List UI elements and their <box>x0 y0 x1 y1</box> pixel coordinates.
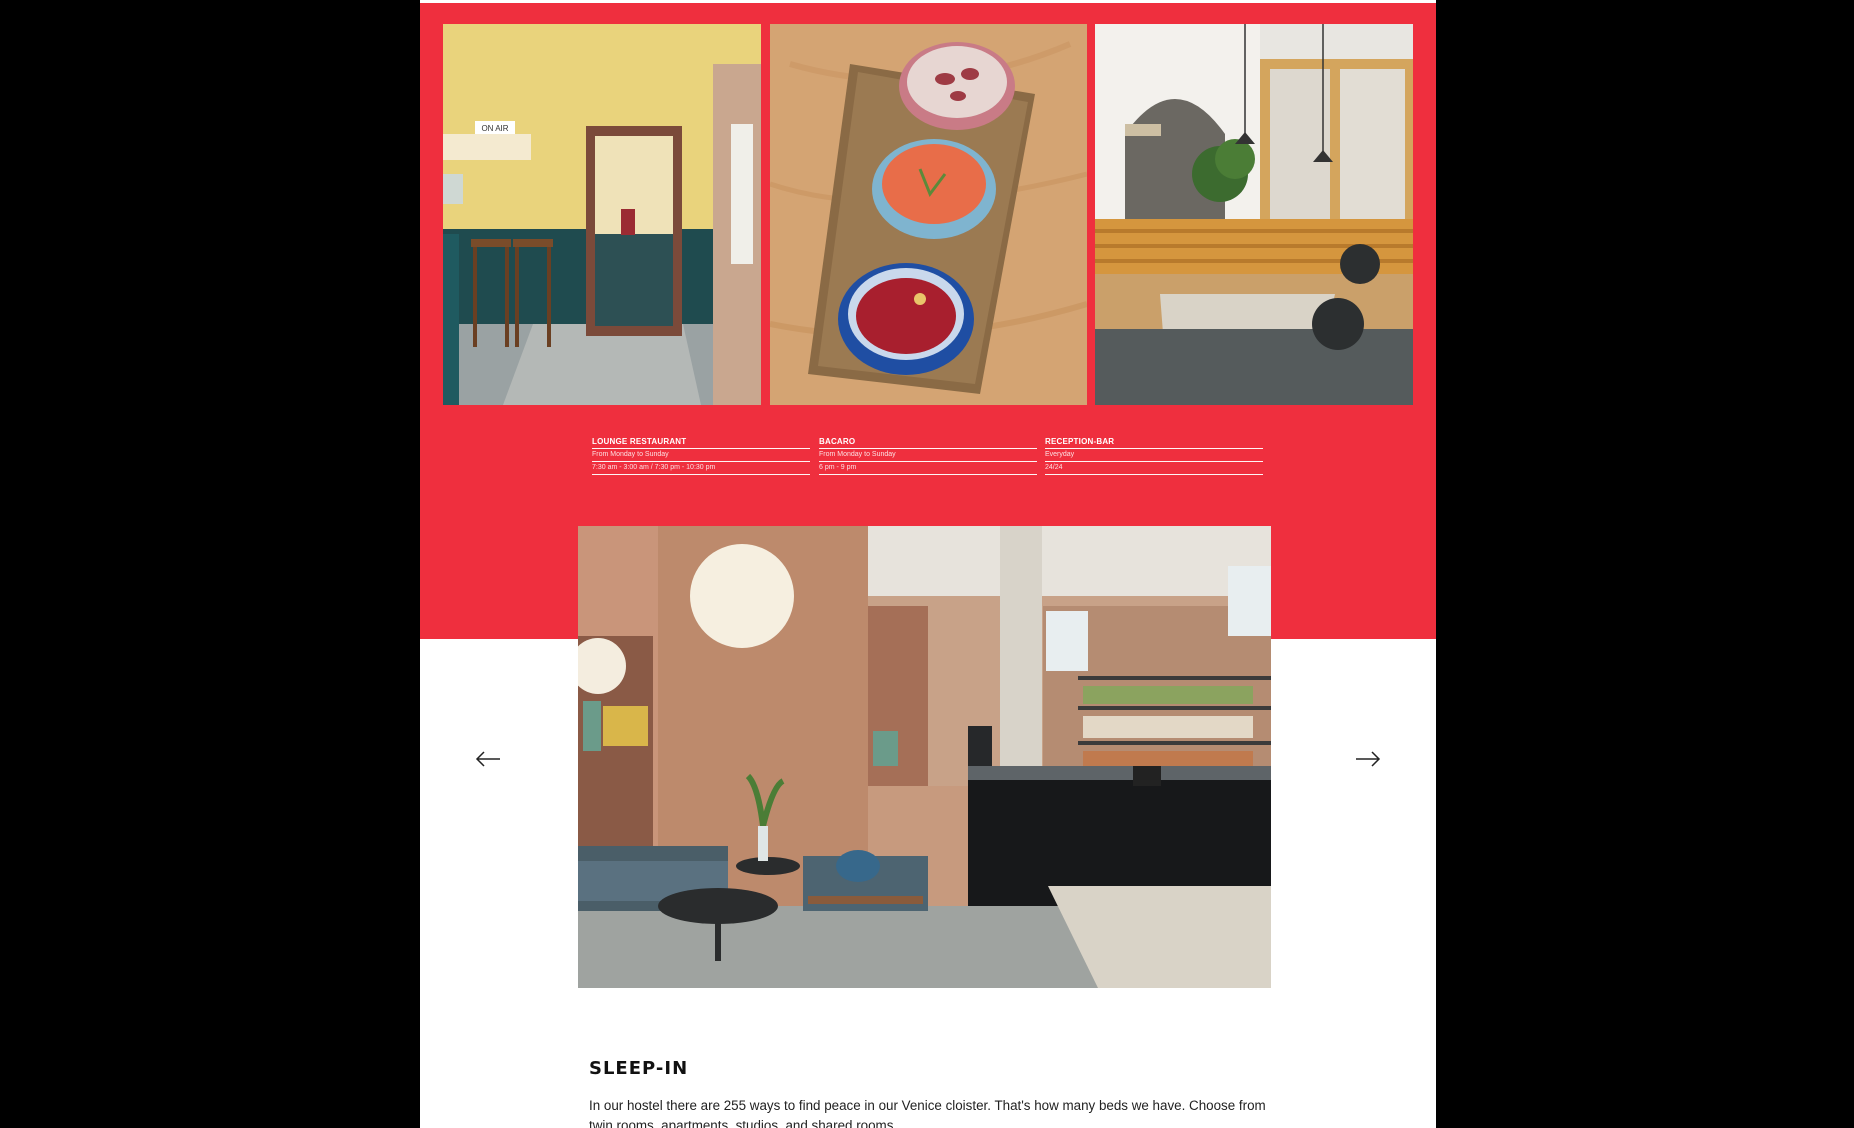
arrow-right-icon <box>1353 744 1383 774</box>
opening-hours-table: LOUNGE RESTAURANT From Monday to Sunday … <box>592 437 1264 477</box>
hours-days: From Monday to Sunday <box>592 448 810 461</box>
hours-times: 6 pm - 9 pm <box>819 461 1037 475</box>
hours-days: From Monday to Sunday <box>819 448 1037 461</box>
bar-corner-photo[interactable]: ON AIR <box>443 24 761 405</box>
hours-column-reception-bar: RECEPTION-BAR Everyday 24/24 <box>1045 437 1263 475</box>
carousel-prev-button[interactable] <box>473 744 503 774</box>
hours-column-lounge-restaurant: LOUNGE RESTAURANT From Monday to Sunday … <box>592 437 810 475</box>
cafe-booth-photo[interactable] <box>1095 24 1413 405</box>
hours-column-bacaro: BACARO From Monday to Sunday 6 pm - 9 pm <box>819 437 1037 475</box>
hours-days: Everyday <box>1045 448 1263 461</box>
hours-title: LOUNGE RESTAURANT <box>592 437 687 446</box>
hours-times: 24/24 <box>1045 461 1263 475</box>
carousel-next-button[interactable] <box>1353 744 1383 774</box>
hours-times: 7:30 am - 3:00 am / 7:30 pm - 10:30 pm <box>592 461 810 475</box>
lounge-hall-photo[interactable] <box>578 526 1271 988</box>
on-air-sign: ON AIR <box>481 124 508 133</box>
sleep-in-description: In our hostel there are 255 ways to find… <box>589 1098 1266 1128</box>
sleep-in-heading: SLEEP-IN <box>589 1058 689 1079</box>
bacaro-bowls-photo[interactable] <box>770 24 1087 405</box>
page: ON AIR LOUNGE RESTAURANT From Monday to … <box>420 0 1436 1128</box>
arrow-left-icon <box>473 744 503 774</box>
hours-title: BACARO <box>819 437 856 446</box>
hours-title: RECEPTION-BAR <box>1045 437 1115 446</box>
